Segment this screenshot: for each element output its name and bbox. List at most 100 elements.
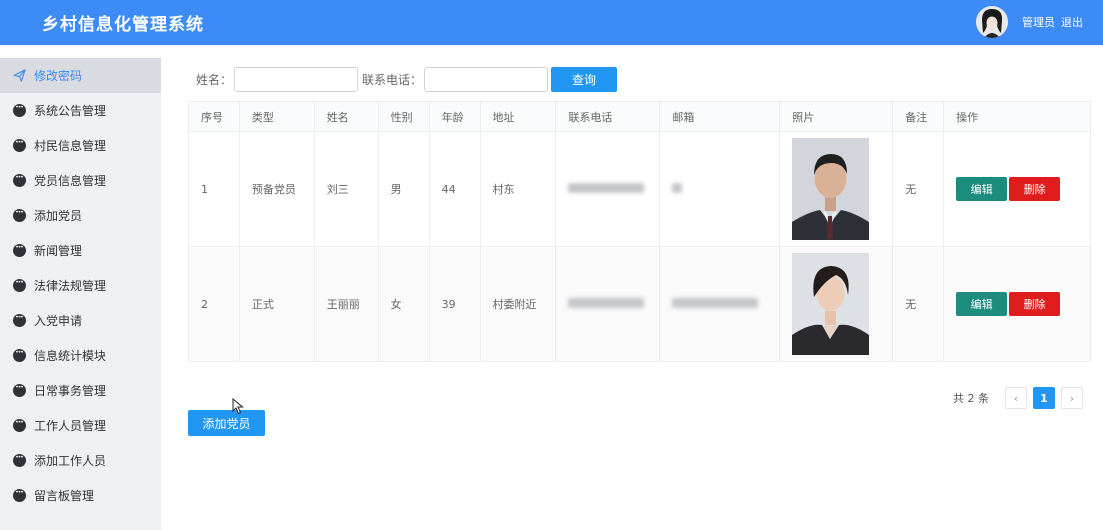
table-row: 1 预备党员 刘三 男 44 村东 无 编辑 删除	[188, 131, 1091, 247]
chat-bubble-icon	[12, 276, 26, 293]
sidebar-item-change-password[interactable]: 修改密码	[0, 58, 161, 93]
search-button[interactable]: 查询	[551, 66, 618, 92]
phone-label: 联系电话：	[362, 72, 423, 87]
sidebar-item-label: 系统公告管理	[34, 104, 107, 118]
cell-phone	[555, 131, 661, 247]
sidebar-item-statistics[interactable]: 信息统计模块	[0, 338, 161, 373]
sidebar-item-daily-affairs[interactable]: 日常事务管理	[0, 373, 161, 408]
redacted-phone	[568, 182, 645, 193]
add-member-button[interactable]: 添加党员	[188, 410, 265, 436]
cell-phone	[555, 246, 661, 362]
pagination-total: 共 2 条	[953, 392, 989, 405]
sidebar-item-label: 入党申请	[34, 314, 83, 328]
cell-email	[659, 246, 781, 362]
prev-page-button[interactable]: ‹	[1005, 387, 1027, 409]
sidebar-item-label: 修改密码	[34, 69, 83, 83]
chat-bubble-icon	[12, 311, 26, 328]
column-header: 性别	[377, 101, 430, 132]
avatar[interactable]	[976, 6, 1008, 38]
chat-bubble-icon	[12, 381, 26, 398]
column-header: 姓名	[313, 101, 379, 132]
sidebar-item-applications[interactable]: 入党申请	[0, 303, 161, 338]
column-header: 序号	[188, 101, 240, 132]
edit-button[interactable]: 编辑	[956, 292, 1008, 316]
sidebar-item-news[interactable]: 新闻管理	[0, 233, 161, 268]
chat-bubble-icon	[12, 416, 26, 433]
column-header: 联系电话	[555, 101, 661, 132]
chat-bubble-icon	[12, 346, 26, 363]
member-photo	[792, 138, 870, 240]
page-1-button[interactable]: 1	[1033, 387, 1055, 409]
sidebar-item-label: 法律法规管理	[34, 279, 107, 293]
sidebar-item-add-staff[interactable]: 添加工作人员	[0, 443, 161, 478]
next-page-button[interactable]: ›	[1061, 387, 1083, 409]
sidebar-item-party-members[interactable]: 党员信息管理	[0, 163, 161, 198]
cell-type: 预备党员	[238, 131, 315, 247]
app-title: 乡村信息化管理系统	[42, 15, 204, 35]
chat-bubble-icon	[12, 101, 26, 118]
sidebar-item-label: 留言板管理	[34, 489, 95, 503]
sidebar-item-laws[interactable]: 法律法规管理	[0, 268, 161, 303]
cell-no: 2	[188, 246, 240, 362]
edit-button[interactable]: 编辑	[956, 177, 1008, 201]
column-header: 备注	[892, 101, 945, 132]
logout-link[interactable]: 退出	[1061, 14, 1083, 30]
sidebar-item-label: 添加工作人员	[34, 454, 107, 468]
chat-bubble-icon	[12, 486, 26, 503]
cell-remark: 无	[892, 246, 945, 362]
chat-bubble-icon	[12, 241, 26, 258]
user-area: 管理员 退出	[976, 5, 1083, 39]
username-label[interactable]: 管理员	[1022, 14, 1055, 30]
cell-actions: 编辑 删除	[943, 246, 1091, 362]
sidebar-item-label: 信息统计模块	[34, 349, 107, 363]
cell-gender: 女	[377, 246, 430, 362]
sidebar-item-announcements[interactable]: 系统公告管理	[0, 93, 161, 128]
cell-remark: 无	[892, 131, 945, 247]
search-bar: 姓名： 联系电话： 查询	[196, 66, 618, 92]
name-label: 姓名：	[196, 72, 233, 87]
name-search-input[interactable]	[234, 66, 359, 92]
cell-address: 村委附近	[479, 246, 557, 362]
cell-name: 王丽丽	[313, 246, 379, 362]
cell-no: 1	[188, 131, 240, 247]
sidebar-item-label: 新闻管理	[34, 244, 83, 258]
column-header: 类型	[238, 101, 315, 132]
column-header: 照片	[779, 101, 894, 132]
cell-actions: 编辑 删除	[943, 131, 1091, 247]
sidebar-item-label: 添加党员	[34, 209, 83, 223]
table-header-row: 序号 类型 姓名 性别 年龄 地址 联系电话 邮箱 照片 备注 操作	[188, 101, 1091, 132]
cell-address: 村东	[479, 131, 557, 247]
delete-button[interactable]: 删除	[1009, 177, 1061, 201]
sidebar-item-staff[interactable]: 工作人员管理	[0, 408, 161, 443]
cell-name: 刘三	[313, 131, 379, 247]
delete-button[interactable]: 删除	[1009, 292, 1061, 316]
cell-age: 39	[428, 246, 481, 362]
phone-search-input[interactable]	[424, 66, 549, 92]
column-header: 邮箱	[659, 101, 781, 132]
cell-gender: 男	[377, 131, 430, 247]
redacted-email	[672, 297, 759, 308]
cell-type: 正式	[238, 246, 315, 362]
chat-bubble-icon	[12, 171, 26, 188]
chat-bubble-icon	[12, 136, 26, 153]
sidebar-item-label: 工作人员管理	[34, 419, 107, 433]
sidebar-item-add-member[interactable]: 添加党员	[0, 198, 161, 233]
sidebar-item-label: 党员信息管理	[34, 174, 107, 188]
member-table: 序号 类型 姓名 性别 年龄 地址 联系电话 邮箱 照片 备注 操作 1 预备党…	[188, 101, 1091, 362]
cell-age: 44	[428, 131, 481, 247]
redacted-phone	[568, 297, 645, 308]
cell-email	[659, 131, 781, 247]
mouse-cursor-icon	[232, 398, 244, 415]
table-row: 2 正式 王丽丽 女 39 村委附近 无 编辑 删除	[188, 246, 1091, 362]
sidebar: 修改密码 系统公告管理 村民信息管理 党员信息管理 添加党员 新闻管理 法律法规…	[0, 58, 161, 530]
member-photo	[792, 253, 870, 355]
sidebar-item-label: 村民信息管理	[34, 139, 107, 153]
sidebar-item-messages[interactable]: 留言板管理	[0, 478, 161, 513]
pagination: 共 2 条 ‹ 1 ›	[953, 387, 1083, 409]
cell-photo	[779, 131, 894, 247]
chat-bubble-icon	[12, 206, 26, 223]
send-icon	[12, 69, 26, 83]
top-bar: 乡村信息化管理系统 管理员 退出	[0, 0, 1103, 45]
column-header: 年龄	[428, 101, 481, 132]
sidebar-item-villagers[interactable]: 村民信息管理	[0, 128, 161, 163]
